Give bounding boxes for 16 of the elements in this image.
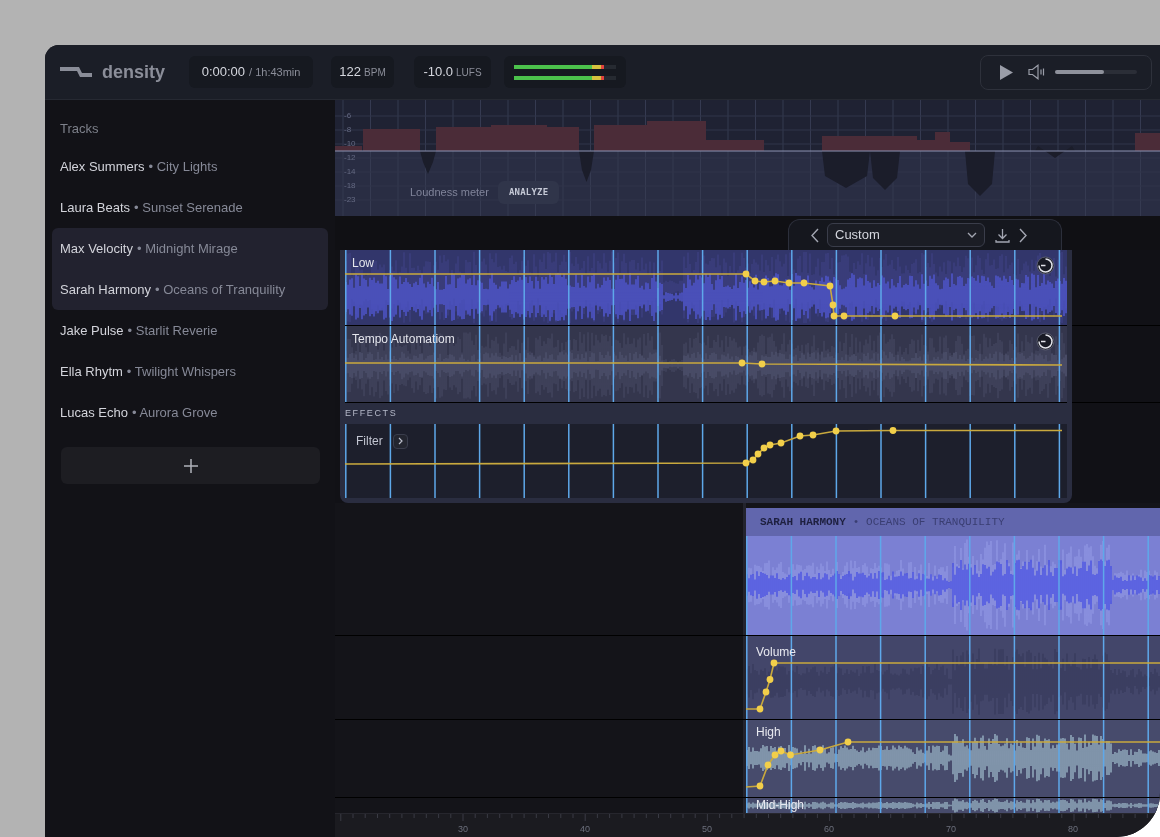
section-heading: EFFECTS bbox=[345, 406, 399, 420]
app-name: density bbox=[102, 63, 166, 81]
ruler-label: 50 bbox=[702, 824, 712, 834]
playback-time: 0:00:00 / 1h:43min bbox=[189, 56, 314, 88]
lane-label: High bbox=[756, 726, 781, 739]
scale-label: -6 bbox=[344, 110, 353, 122]
loudness-display: -10.0 LUFS bbox=[414, 56, 492, 88]
tempo-display: 122 BPM bbox=[331, 56, 395, 88]
ruler-label: 30 bbox=[458, 824, 468, 834]
section-heading: Tracks bbox=[59, 120, 100, 138]
clip-title: SARAH HARMONY • OCEANS OF TRANQUILITY bbox=[746, 508, 1160, 536]
ruler-label: 60 bbox=[824, 824, 834, 834]
effect-label: Filter bbox=[356, 433, 383, 450]
ruler-label: 80 bbox=[1068, 824, 1078, 834]
ruler-label: 40 bbox=[580, 824, 590, 834]
ruler-label: 70 bbox=[946, 824, 956, 834]
